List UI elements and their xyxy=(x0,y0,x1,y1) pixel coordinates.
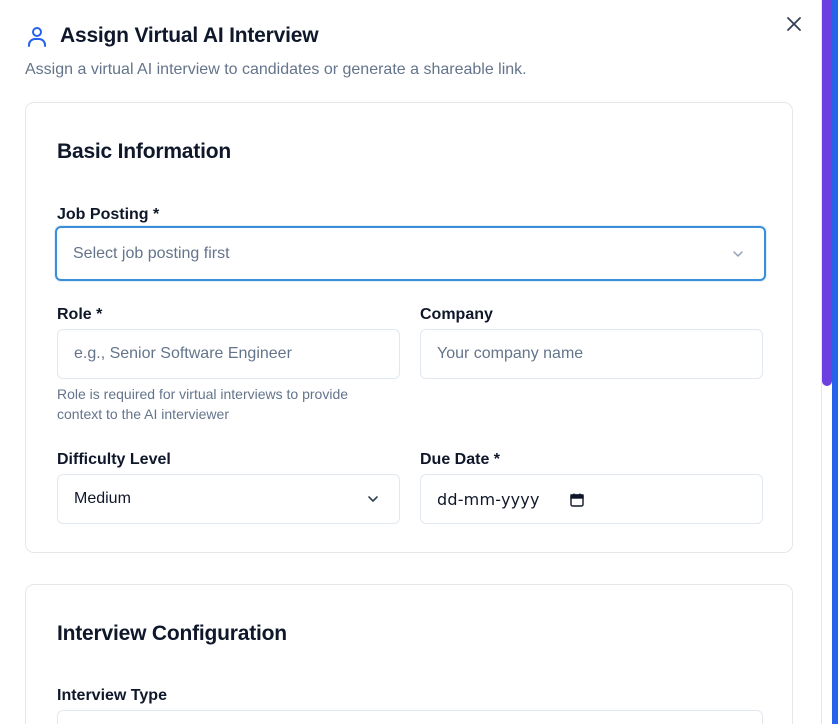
close-icon[interactable] xyxy=(783,13,805,35)
job-posting-placeholder: Select job posting first xyxy=(73,244,230,262)
basic-information-card: Basic Information Job Posting * Select j… xyxy=(25,102,793,553)
difficulty-level-select[interactable]: Medium xyxy=(57,474,400,524)
company-placeholder: Your company name xyxy=(437,345,584,362)
company-input[interactable]: Your company name xyxy=(420,329,763,379)
difficulty-level-value: Medium xyxy=(74,490,131,507)
job-posting-select[interactable]: Select job posting first xyxy=(55,226,766,281)
chevron-down-icon xyxy=(730,246,746,262)
chevron-down-icon xyxy=(365,491,381,507)
interview-type-select[interactable] xyxy=(57,710,763,724)
assign-interview-dialog: Assign Virtual AI Interview Assign a vir… xyxy=(0,0,821,724)
interview-type-label: Interview Type xyxy=(57,687,167,704)
company-label: Company xyxy=(420,306,493,323)
scrollbar-thumb[interactable] xyxy=(822,0,832,386)
role-help-text: Role is required for virtual interviews … xyxy=(57,386,349,422)
dialog-title: Assign Virtual AI Interview xyxy=(60,24,319,47)
due-date-value: dd-mm-yyyy xyxy=(437,489,540,509)
job-posting-label: Job Posting * xyxy=(57,206,160,223)
due-date-input[interactable]: dd-mm-yyyy xyxy=(420,474,763,524)
role-label: Role * xyxy=(57,306,103,323)
role-input[interactable]: e.g., Senior Software Engineer xyxy=(57,329,400,379)
difficulty-level-label: Difficulty Level xyxy=(57,451,171,468)
role-placeholder: e.g., Senior Software Engineer xyxy=(74,345,292,362)
calendar-icon[interactable] xyxy=(569,492,585,508)
user-icon xyxy=(25,25,49,49)
window-edge xyxy=(832,0,838,724)
dialog-subtitle: Assign a virtual AI interview to candida… xyxy=(25,61,527,78)
due-date-label: Due Date * xyxy=(420,451,501,468)
basic-information-heading: Basic Information xyxy=(57,140,231,163)
interview-configuration-heading: Interview Configuration xyxy=(57,622,287,645)
interview-configuration-card: Interview Configuration Interview Type xyxy=(25,584,793,724)
